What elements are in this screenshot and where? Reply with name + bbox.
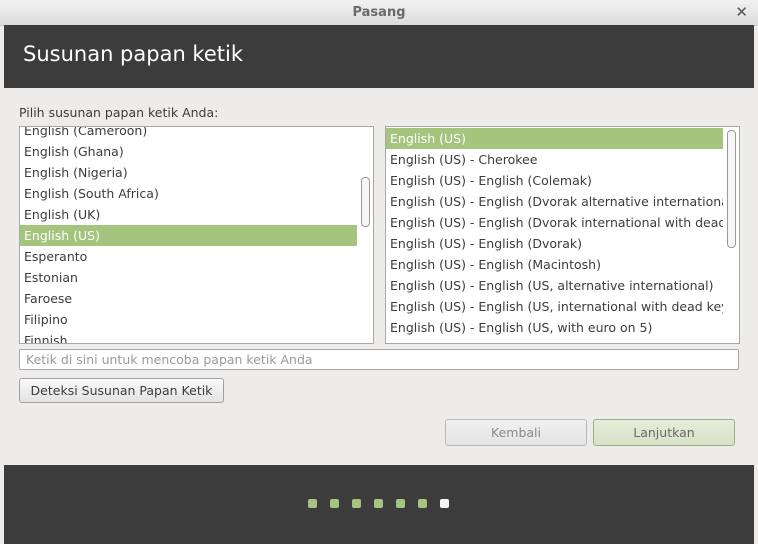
variant-list-scrollbar[interactable] bbox=[723, 127, 739, 343]
progress-step-indicator bbox=[330, 499, 339, 508]
progress-step-indicator bbox=[396, 499, 405, 508]
back-button[interactable]: Kembali bbox=[445, 419, 587, 446]
page-header: Susunan papan ketik bbox=[4, 25, 754, 88]
title-bar: Pasang ✕ bbox=[0, 0, 758, 26]
layout-list-item[interactable]: English (South Africa) bbox=[20, 183, 357, 204]
progress-footer bbox=[4, 465, 754, 544]
variant-list-item[interactable]: English (US) - English (Dvorak internati… bbox=[386, 212, 738, 233]
layout-list-item[interactable]: Finnish bbox=[20, 330, 357, 343]
close-icon[interactable]: ✕ bbox=[735, 3, 748, 21]
variant-list-scroll-thumb[interactable] bbox=[727, 130, 736, 248]
layout-list-item[interactable]: English (Cameroon) bbox=[20, 127, 357, 141]
variant-list-item[interactable]: English (US) - English (Dvorak) bbox=[386, 233, 723, 254]
installer-window: Pasang ✕ Susunan papan ketik Pilih susun… bbox=[0, 0, 758, 544]
layout-list[interactable]: English (Cameroon) English (Ghana) English… bbox=[19, 126, 374, 344]
variant-list-item[interactable]: English (US) - English (Dvorak alternati… bbox=[386, 191, 732, 212]
layout-list-item[interactable]: Esperanto bbox=[20, 246, 357, 267]
layout-list-item[interactable]: Estonian bbox=[20, 267, 357, 288]
layout-prompt-label: Pilih susunan papan ketik Anda: bbox=[19, 105, 219, 120]
next-button[interactable]: Lanjutkan bbox=[593, 419, 735, 446]
layout-list-item[interactable]: English (Ghana) bbox=[20, 141, 357, 162]
layout-list-item[interactable]: English (UK) bbox=[20, 204, 357, 225]
keyboard-test-input[interactable] bbox=[19, 349, 739, 370]
variant-list-item[interactable]: English (US) - English (US, with euro on… bbox=[386, 317, 723, 338]
layout-list-item[interactable]: Faroese bbox=[20, 288, 357, 309]
variant-list-item[interactable]: English (US) - English (US, alternative … bbox=[386, 275, 723, 296]
variant-list-item[interactable]: English (US) - Cherokee bbox=[386, 149, 723, 170]
variant-list[interactable]: English (US) English (US) - Cherokee Engli… bbox=[385, 126, 740, 344]
variant-list-item[interactable]: English (US) bbox=[386, 128, 723, 149]
variant-list-item[interactable]: English (US) - English (Colemak) bbox=[386, 170, 723, 191]
progress-step-indicator bbox=[418, 499, 427, 508]
layout-list-item[interactable]: English (US) bbox=[20, 225, 357, 246]
progress-step-indicator bbox=[374, 499, 383, 508]
progress-step-indicator bbox=[352, 499, 361, 508]
progress-step-indicator bbox=[440, 499, 449, 508]
layout-list-scroll-thumb[interactable] bbox=[361, 177, 370, 227]
page-title: Susunan papan ketik bbox=[23, 42, 243, 66]
detect-layout-button[interactable]: Deteksi Susunan Papan Ketik bbox=[19, 378, 224, 403]
layout-list-item[interactable]: Filipino bbox=[20, 309, 357, 330]
variant-list-item[interactable]: English (US) - English (Macintosh) bbox=[386, 254, 723, 275]
layout-list-item[interactable]: English (Nigeria) bbox=[20, 162, 357, 183]
layout-list-scrollbar[interactable] bbox=[357, 127, 373, 343]
variant-list-item[interactable]: English (US) - English (US, internationa… bbox=[386, 296, 735, 317]
window-title: Pasang bbox=[352, 5, 406, 20]
progress-step-indicator bbox=[308, 499, 317, 508]
